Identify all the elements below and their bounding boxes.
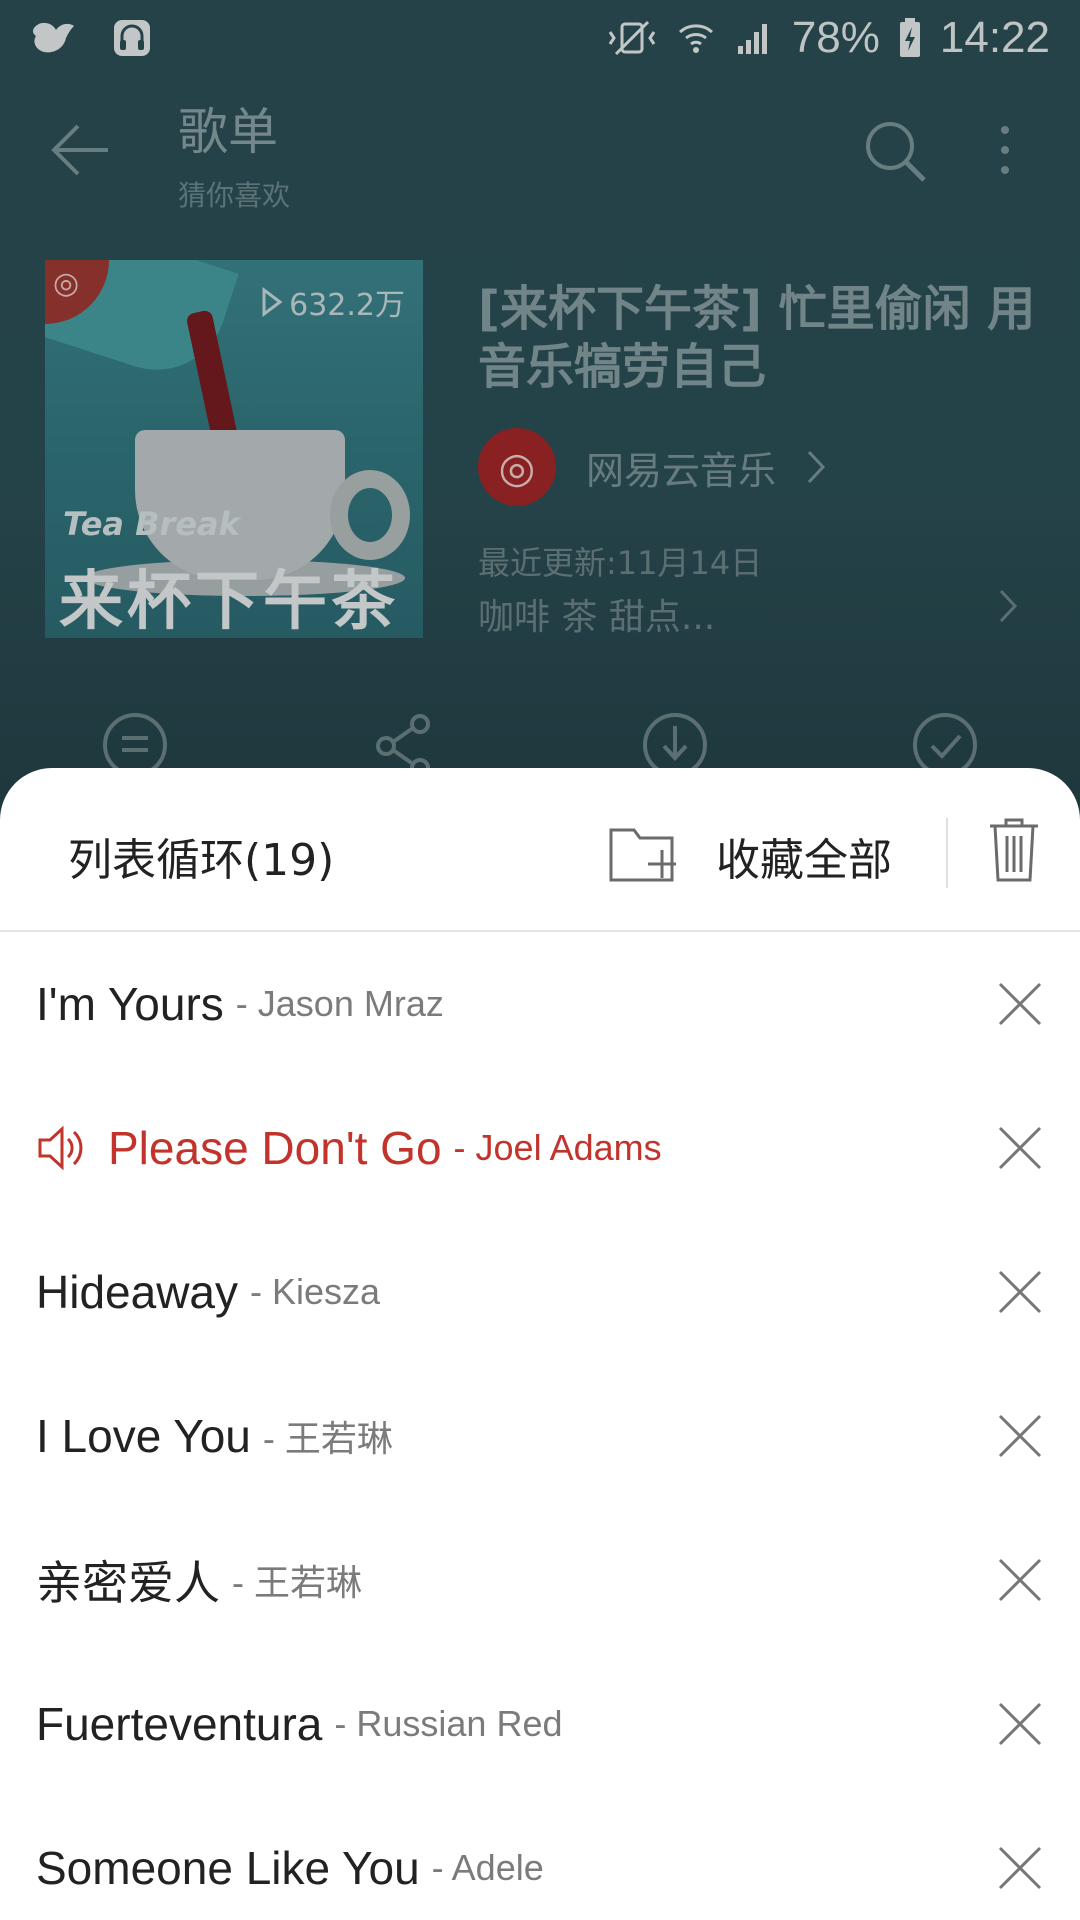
song-artist: - Jason Mraz xyxy=(235,983,444,1024)
queue-item[interactable]: 亲密爱人 - 王若琳 xyxy=(0,1508,1080,1652)
close-icon[interactable] xyxy=(998,1270,1042,1314)
song-artist: - Russian Red xyxy=(334,1703,563,1744)
close-icon[interactable] xyxy=(998,1558,1042,1602)
header-divider xyxy=(946,818,948,888)
song-title: I Love You xyxy=(36,1410,251,1462)
song-title: 亲密爱人 xyxy=(36,1557,220,1609)
collect-all-button[interactable]: 收藏全部 xyxy=(716,824,892,888)
song-artist: - 王若琳 xyxy=(262,1418,393,1459)
song-artist: - 王若琳 xyxy=(232,1562,362,1603)
song-title: Hideaway xyxy=(36,1266,238,1318)
trash-icon[interactable] xyxy=(986,814,1042,884)
song-title: Please Don't Go xyxy=(108,1122,442,1174)
queue-item[interactable]: Fuerteventura - Russian Red xyxy=(0,1652,1080,1796)
play-queue-sheet: 列表循环(19) 收藏全部 I'm Yours - Jason Mraz Ple… xyxy=(0,768,1080,1920)
queue-item[interactable]: Hideaway - Kiesza xyxy=(0,1220,1080,1364)
song-title: Fuerteventura xyxy=(36,1698,323,1750)
queue-item[interactable]: I'm Yours - Jason Mraz xyxy=(0,932,1080,1076)
close-icon[interactable] xyxy=(998,982,1042,1026)
queue-header: 列表循环(19) 收藏全部 xyxy=(0,768,1080,932)
queue-list: I'm Yours - Jason Mraz Please Don't Go -… xyxy=(0,932,1080,1920)
close-icon[interactable] xyxy=(998,1126,1042,1170)
close-icon[interactable] xyxy=(998,1846,1042,1890)
song-artist: - Adele xyxy=(431,1847,544,1888)
close-icon[interactable] xyxy=(998,1702,1042,1746)
song-title: I'm Yours xyxy=(36,978,224,1030)
queue-item[interactable]: Someone Like You - Adele xyxy=(0,1796,1080,1920)
speaker-icon xyxy=(38,1125,83,1171)
queue-item-now-playing[interactable]: Please Don't Go - Joel Adams xyxy=(0,1076,1080,1220)
play-mode-button[interactable]: 列表循环(19) xyxy=(68,824,334,888)
folder-add-icon[interactable] xyxy=(608,820,682,884)
song-artist: - Joel Adams xyxy=(453,1127,662,1168)
song-title: Someone Like You xyxy=(36,1842,420,1894)
close-icon[interactable] xyxy=(998,1414,1042,1458)
song-artist: - Kiesza xyxy=(250,1271,381,1312)
queue-item[interactable]: I Love You - 王若琳 xyxy=(0,1364,1080,1508)
